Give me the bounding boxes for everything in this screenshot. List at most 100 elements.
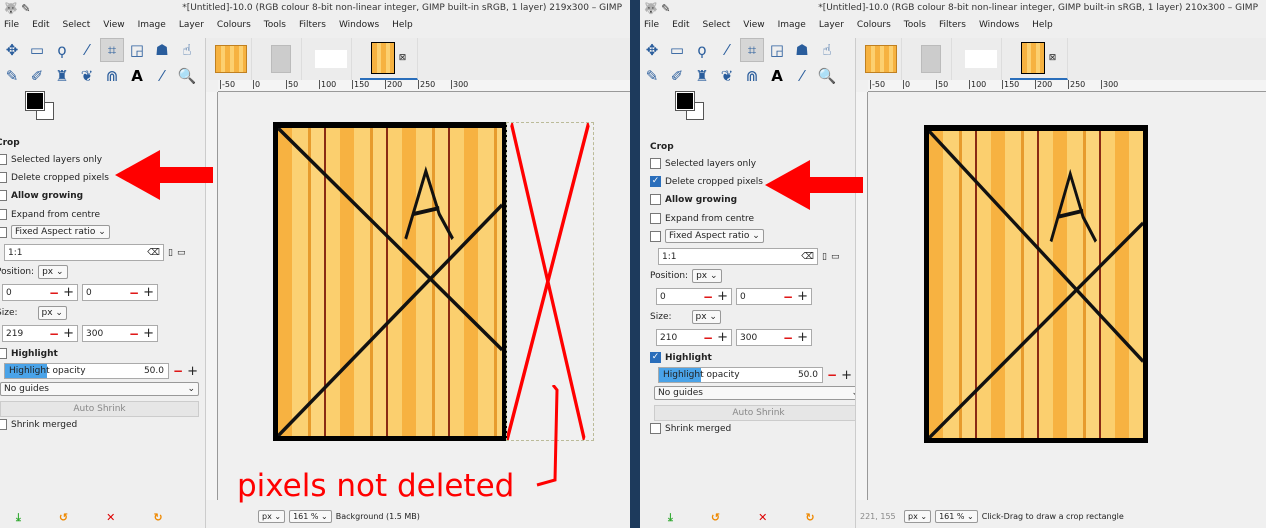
image-tab-active[interactable]: ⊠ [360,38,418,80]
unit-dropdown[interactable]: px ⌄ [904,509,932,523]
warp-icon[interactable]: ☗ [150,38,174,62]
paint-select-icon[interactable]: ☝ [175,38,199,62]
width-field[interactable]: 210− + [656,329,732,346]
shrink-merged-checkbox[interactable] [650,423,661,434]
allow-growing-checkbox[interactable] [0,190,7,201]
image-tab[interactable] [310,38,352,80]
move-icon[interactable]: ✥ [0,38,24,62]
smudge-icon[interactable]: ❦ [715,64,739,88]
transform-icon[interactable]: ◲ [125,38,149,62]
clone-icon[interactable]: ♜ [50,64,74,88]
fixed-checkbox[interactable] [0,226,7,238]
menu-layer[interactable]: Layer [819,20,844,30]
fixed-checkbox[interactable] [650,230,661,242]
menu-help[interactable]: Help [392,20,413,30]
foreground-color[interactable] [25,91,45,111]
width-field[interactable]: 219− + [2,325,78,342]
highlight-opacity-slider[interactable]: Highlight opacity 50.0 [658,367,823,383]
color-picker-icon[interactable]: ⁄ [150,64,174,88]
close-tab-icon[interactable]: ⊠ [399,53,407,63]
restore-preset-icon[interactable]: ↺ [59,511,68,525]
clear-icon[interactable]: ⌫ [801,252,814,262]
pos-y-field[interactable]: 0− + [82,284,158,301]
opacity-minus[interactable]: − [173,364,183,378]
expand-centre-checkbox[interactable] [0,209,7,220]
zoom-icon[interactable]: 🔍 [175,64,199,88]
portrait-icon[interactable]: ▯ [168,248,173,258]
height-field[interactable]: 300− + [736,329,812,346]
clear-icon[interactable]: ⌫ [147,248,160,258]
menu-view[interactable]: View [743,20,764,30]
guides-dropdown[interactable]: No guides⌄ [0,382,199,396]
size-unit[interactable]: px ⌄ [691,310,721,324]
selected-layers-checkbox[interactable] [650,158,661,169]
lasso-icon[interactable]: ϙ [690,38,714,62]
color-picker-icon[interactable]: ⁄ [790,64,814,88]
zoom-dropdown[interactable]: 161 % ⌄ [935,509,978,523]
ratio-field[interactable]: 1:1 ⌫ [4,244,164,261]
menu-help[interactable]: Help [1032,20,1053,30]
menu-file[interactable]: File [4,20,19,30]
save-preset-icon[interactable]: ⤓ [16,511,21,525]
menu-select[interactable]: Select [703,20,731,30]
portrait-icon[interactable]: ▯ [822,252,827,262]
size-unit[interactable]: px ⌄ [37,306,67,320]
highlight-checkbox[interactable]: ✓ [650,352,661,363]
menu-image[interactable]: Image [138,20,166,30]
fuzzy-select-icon[interactable]: ⁄ [715,38,739,62]
text-icon[interactable]: A [125,64,149,88]
warp-icon[interactable]: ☗ [790,38,814,62]
guides-dropdown[interactable]: No guides⌄ [654,386,863,400]
delete-cropped-checkbox[interactable]: ✓ [650,176,661,187]
delete-preset-icon[interactable]: ✕ [106,511,115,525]
image-tab[interactable] [260,38,302,80]
restore-preset-icon[interactable]: ↺ [711,511,720,525]
menu-tools[interactable]: Tools [904,20,926,30]
crop-icon[interactable]: ⌗ [100,38,124,62]
landscape-icon[interactable]: ▭ [831,252,840,262]
menu-windows[interactable]: Windows [979,20,1019,30]
move-icon[interactable]: ✥ [640,38,664,62]
menu-file[interactable]: File [644,20,659,30]
opacity-plus[interactable]: + [187,364,198,379]
delete-preset-icon[interactable]: ✕ [758,511,767,525]
image-tab[interactable] [910,38,952,80]
menu-filters[interactable]: Filters [939,20,966,30]
crop-icon[interactable]: ⌗ [740,38,764,62]
height-field[interactable]: 300− + [82,325,158,342]
reset-icon[interactable]: ↻ [153,511,162,525]
selected-layers-checkbox[interactable] [0,154,7,165]
smudge-icon[interactable]: ❦ [75,64,99,88]
menu-filters[interactable]: Filters [299,20,326,30]
paint-select-icon[interactable]: ☝ [815,38,839,62]
shrink-merged-checkbox[interactable] [0,419,7,430]
menu-colours[interactable]: Colours [217,20,251,30]
transform-icon[interactable]: ◲ [765,38,789,62]
menu-select[interactable]: Select [63,20,91,30]
ratio-field[interactable]: 1:1 ⌫ [658,248,818,265]
menu-colours[interactable]: Colours [857,20,891,30]
rect-select-icon[interactable]: ▭ [665,38,689,62]
unit-dropdown[interactable]: px ⌄ [258,509,286,523]
delete-cropped-checkbox[interactable] [0,172,7,183]
fixed-dropdown[interactable]: Fixed Aspect ratio ⌄ [665,229,764,243]
menu-tools[interactable]: Tools [264,20,286,30]
eraser-icon[interactable]: ✐ [25,64,49,88]
eraser-icon[interactable]: ✐ [665,64,689,88]
lasso-icon[interactable]: ϙ [50,38,74,62]
clone-icon[interactable]: ♜ [690,64,714,88]
fuzzy-select-icon[interactable]: ⁄ [75,38,99,62]
zoom-icon[interactable]: 🔍 [815,64,839,88]
pos-x-field[interactable]: 0− + [656,288,732,305]
paintbrush-icon[interactable]: ✎ [640,64,664,88]
paths-icon[interactable]: ⋒ [100,64,124,88]
highlight-opacity-slider[interactable]: Highlight opacity 50.0 [4,363,169,379]
rect-select-icon[interactable]: ▭ [25,38,49,62]
opacity-minus[interactable]: − [827,368,837,382]
menu-view[interactable]: View [103,20,124,30]
menu-image[interactable]: Image [778,20,806,30]
reset-icon[interactable]: ↻ [805,511,814,525]
auto-shrink-button[interactable]: Auto Shrink [0,401,199,417]
menu-edit[interactable]: Edit [672,20,689,30]
image-tab-active[interactable]: ⊠ [1010,38,1068,80]
